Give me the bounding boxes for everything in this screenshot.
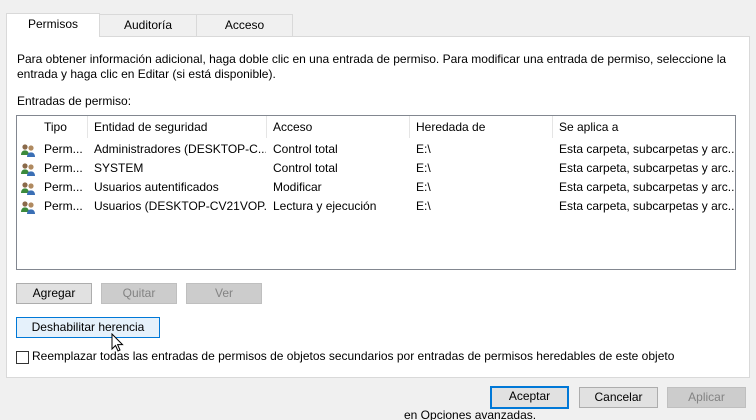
cell-heredada: E:\: [416, 199, 431, 213]
info-text: Para obtener información adicional, haga…: [17, 52, 727, 81]
cancel-button[interactable]: Cancelar: [579, 387, 658, 408]
permissions-panel: Para obtener información adicional, haga…: [6, 36, 750, 378]
cell-tipo: Perm...: [44, 161, 83, 175]
cell-entidad: Usuarios (DESKTOP-CV21VOP...: [94, 199, 266, 213]
view-button[interactable]: Ver: [186, 283, 262, 304]
users-group-icon: [21, 163, 35, 176]
entries-label: Entradas de permiso:: [17, 94, 132, 108]
cell-aplica: Esta carpeta, subcarpetas y arc...: [559, 199, 734, 213]
column-header-acceso[interactable]: Acceso: [267, 116, 312, 138]
mouse-pointer-icon: [111, 333, 124, 352]
cell-tipo: Perm...: [44, 199, 83, 213]
table-row[interactable]: Perm... SYSTEM Control total E:\ Esta ca…: [17, 159, 735, 178]
users-group-icon: [21, 182, 35, 195]
column-header-aplica[interactable]: Se aplica a: [553, 116, 618, 138]
replace-child-permissions-label[interactable]: Reemplazar todas las entradas de permiso…: [32, 349, 674, 363]
remove-button[interactable]: Quitar: [101, 283, 177, 304]
cell-heredada: E:\: [416, 180, 431, 194]
cell-tipo: Perm...: [44, 142, 83, 156]
cell-aplica: Esta carpeta, subcarpetas y arc...: [559, 142, 734, 156]
background-text: en Opciones avanzadas.: [404, 408, 537, 420]
cell-entidad: Administradores (DESKTOP-C...: [94, 142, 266, 156]
users-group-icon: [21, 144, 35, 157]
ok-button[interactable]: Aceptar: [490, 386, 569, 409]
apply-button[interactable]: Aplicar: [667, 387, 746, 408]
tab-strip: Permisos Auditoría Acceso efectivo: [6, 13, 293, 52]
table-row[interactable]: Perm... Usuarios (DESKTOP-CV21VOP... Lec…: [17, 197, 735, 216]
tab-permisos[interactable]: Permisos: [6, 13, 100, 37]
table-row[interactable]: Perm... Usuarios autentificados Modifica…: [17, 178, 735, 197]
replace-child-permissions-checkbox[interactable]: [16, 351, 29, 364]
cell-aplica: Esta carpeta, subcarpetas y arc...: [559, 161, 734, 175]
cell-acceso: Control total: [273, 142, 338, 156]
cell-acceso: Control total: [273, 161, 338, 175]
permission-entries-list[interactable]: Tipo Entidad de seguridad Acceso Heredad…: [16, 115, 736, 270]
cell-acceso: Modificar: [273, 180, 322, 194]
column-header-heredada[interactable]: Heredada de: [410, 116, 485, 138]
tab-auditoria[interactable]: Auditoría: [99, 14, 197, 36]
column-header-entidad[interactable]: Entidad de seguridad: [88, 116, 207, 138]
cell-heredada: E:\: [416, 161, 431, 175]
tab-acceso-efectivo[interactable]: Acceso efectivo: [196, 14, 293, 52]
list-header: Tipo Entidad de seguridad Acceso Heredad…: [17, 116, 735, 138]
cell-entidad: Usuarios autentificados: [94, 180, 219, 194]
table-row[interactable]: Perm... Administradores (DESKTOP-C... Co…: [17, 140, 735, 159]
disable-inheritance-button[interactable]: Deshabilitar herencia: [16, 317, 160, 338]
cell-acceso: Lectura y ejecución: [273, 199, 377, 213]
cell-entidad: SYSTEM: [94, 161, 144, 175]
column-header-tipo[interactable]: Tipo: [38, 116, 67, 138]
cell-tipo: Perm...: [44, 180, 83, 194]
users-group-icon: [21, 201, 35, 214]
cell-heredada: E:\: [416, 142, 431, 156]
cell-aplica: Esta carpeta, subcarpetas y arc...: [559, 180, 734, 194]
add-button[interactable]: Agregar: [16, 283, 92, 304]
